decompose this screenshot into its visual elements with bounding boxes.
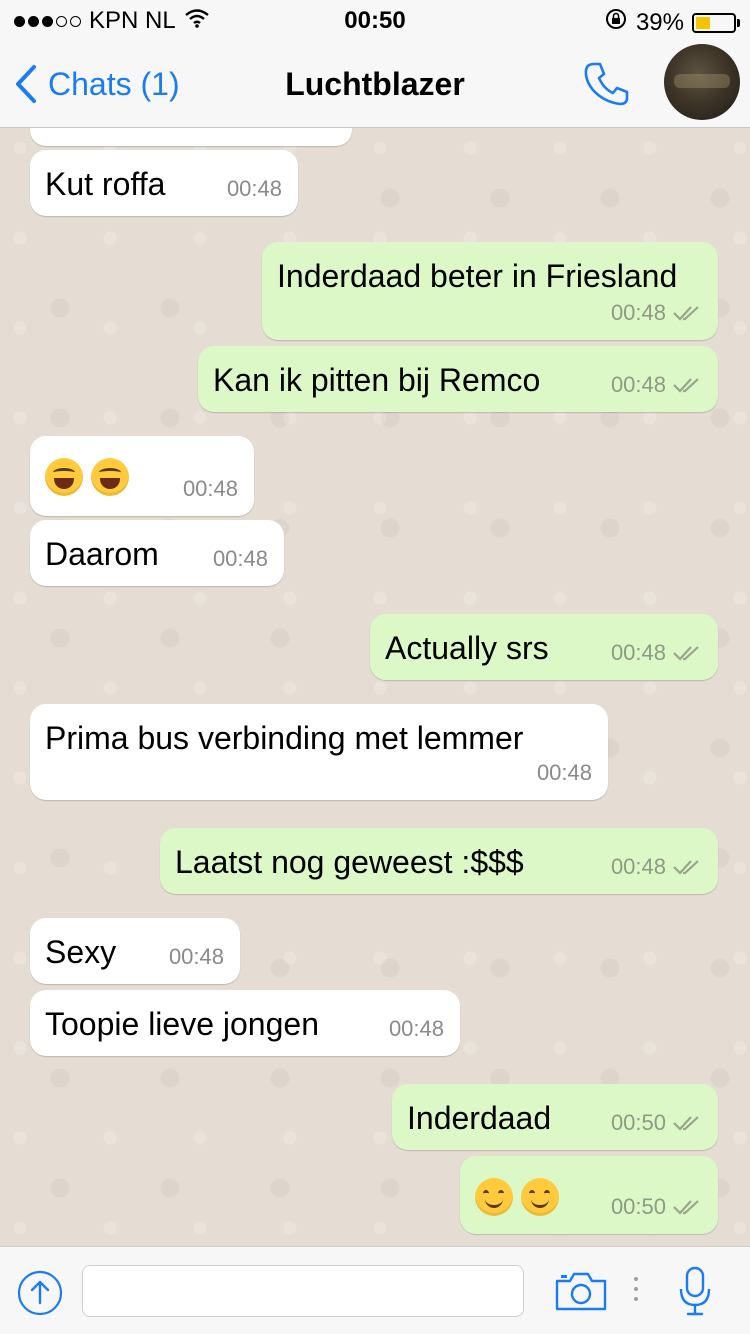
battery-percent: 39% <box>635 8 684 36</box>
attach-button[interactable] <box>16 1269 64 1322</box>
message-bubble-outgoing[interactable]: Kan ik pitten bij Remco 00:48 <box>198 346 718 412</box>
message-time: 00:50 <box>610 1110 666 1135</box>
message-text: Inderdaad beter in Friesland <box>277 258 678 294</box>
call-button[interactable] <box>580 58 632 115</box>
message-text: Actually srs <box>385 630 549 666</box>
camera-button[interactable] <box>554 1269 608 1318</box>
signal-strength-icon <box>14 15 81 27</box>
back-button[interactable]: Chats (1) <box>14 64 180 104</box>
message-time: 00:48 <box>610 300 666 325</box>
message-text: Sexy <box>45 934 117 970</box>
message-bubble-incoming[interactable]: Toopie lieve jongen 00:48 <box>30 990 460 1056</box>
message-bubble-outgoing[interactable]: Inderdaad 00:50 <box>392 1084 718 1150</box>
message-list[interactable]: Kut roffa 00:48 Inderdaad beter in Fries… <box>0 128 750 1246</box>
smiling-face-emoji-icon <box>475 1177 513 1216</box>
message-time: 00:48 <box>388 1016 444 1041</box>
message-bubble-outgoing[interactable]: Inderdaad beter in Friesland 00:48 <box>262 242 718 340</box>
message-time: 00:48 <box>212 546 268 571</box>
double-check-icon <box>673 1200 699 1215</box>
message-time: 00:50 <box>610 1194 666 1219</box>
message-text: Toopie lieve jongen <box>45 1006 319 1042</box>
message-bubble-incoming[interactable]: Kut roffa 00:48 <box>30 150 298 216</box>
message-bubble-outgoing[interactable]: Laatst nog geweest :$$$ 00:48 <box>160 828 718 894</box>
message-bubble-incoming[interactable]: Daarom 00:48 <box>30 520 284 586</box>
message-input-field[interactable] <box>82 1265 524 1317</box>
message-text: Kan ik pitten bij Remco <box>213 362 541 398</box>
upload-arrow-icon <box>17 1270 63 1316</box>
message-time: 00:48 <box>536 760 592 785</box>
voice-message-button[interactable] <box>676 1265 714 1322</box>
message-bubble-incoming[interactable]: Sexy 00:48 <box>30 918 240 984</box>
message-text: Daarom <box>45 536 159 572</box>
battery-icon <box>692 12 740 33</box>
message-bubble-outgoing[interactable]: Actually srs 00:48 <box>370 614 718 680</box>
double-check-icon <box>673 646 699 661</box>
message-time: 00:48 <box>610 854 666 879</box>
more-options-icon[interactable] <box>634 1277 638 1307</box>
message-time: 00:48 <box>610 372 666 397</box>
double-check-icon <box>673 1116 699 1131</box>
message-composer <box>0 1246 750 1334</box>
message-text: Kut roffa <box>45 166 166 202</box>
message-time: 00:48 <box>226 176 282 201</box>
tears-of-joy-emoji-icon <box>91 457 129 496</box>
camera-icon <box>555 1272 607 1311</box>
back-label: Chats (1) <box>48 65 180 102</box>
double-check-icon <box>673 860 699 875</box>
contact-avatar[interactable] <box>664 44 740 120</box>
message-time: 00:48 <box>610 640 666 665</box>
double-check-icon <box>673 378 699 393</box>
smiling-face-emoji-icon <box>521 1177 559 1216</box>
phone-icon <box>584 62 629 106</box>
tears-of-joy-emoji-icon <box>45 457 83 496</box>
chevron-left-icon <box>16 65 36 103</box>
carrier-name: KPN NL <box>89 7 176 34</box>
wifi-icon <box>184 7 210 35</box>
message-time: 00:48 <box>168 944 224 969</box>
microphone-icon <box>679 1266 711 1316</box>
status-left: KPN NL <box>14 7 210 35</box>
double-check-icon <box>673 306 699 321</box>
status-bar: KPN NL 00:50 39% <box>0 0 750 40</box>
message-text: Laatst nog geweest :$$$ <box>175 844 524 880</box>
message-input[interactable] <box>83 1266 523 1316</box>
message-bubble-outgoing[interactable]: 00:50 <box>460 1156 718 1234</box>
chat-header: Chats (1) Luchtblazer <box>0 40 750 128</box>
message-bubble-partial <box>30 128 352 146</box>
message-bubble-incoming[interactable]: 00:48 <box>30 436 254 516</box>
message-time: 00:48 <box>182 476 238 501</box>
message-bubble-incoming[interactable]: Prima bus verbinding met lemmer 00:48 <box>30 704 608 800</box>
message-text: Inderdaad <box>407 1100 552 1136</box>
rotation-lock-icon <box>604 7 628 38</box>
message-text: Prima bus verbinding met lemmer <box>45 720 524 756</box>
status-right: 39% <box>604 7 740 38</box>
